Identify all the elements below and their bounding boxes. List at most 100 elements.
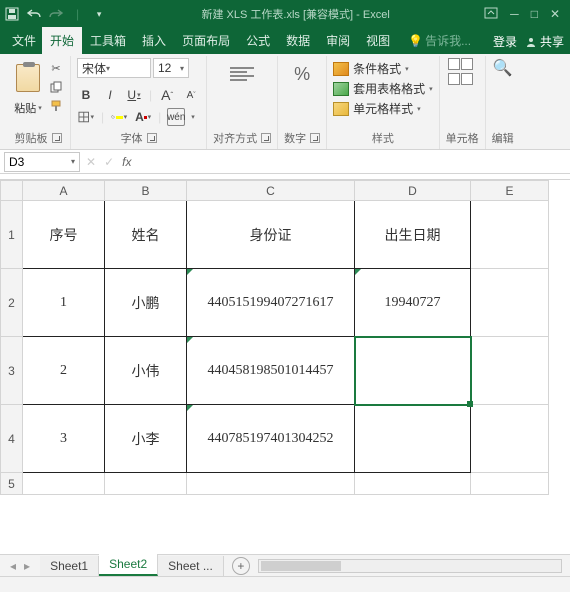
tab-page-layout[interactable]: 页面布局 bbox=[174, 27, 238, 54]
minimize-icon[interactable]: ─ bbox=[510, 7, 519, 21]
fx-icon[interactable]: fx bbox=[122, 155, 131, 169]
cells-label[interactable]: 单元格 bbox=[446, 130, 479, 146]
enter-formula-icon[interactable]: ✓ bbox=[104, 155, 114, 169]
row-header-4[interactable]: 4 bbox=[1, 405, 23, 473]
format-painter-icon[interactable] bbox=[48, 98, 64, 114]
cell-D3[interactable] bbox=[355, 337, 471, 405]
col-header-E[interactable]: E bbox=[471, 181, 549, 201]
tab-home[interactable]: 开始 bbox=[42, 27, 82, 54]
col-header-B[interactable]: B bbox=[105, 181, 187, 201]
cell-A1[interactable]: 序号 bbox=[23, 201, 105, 269]
grow-font-button[interactable]: Aˆ bbox=[158, 86, 176, 104]
cell-C3[interactable]: 440458198501014457 bbox=[187, 337, 355, 405]
number-launcher[interactable] bbox=[310, 133, 320, 143]
number-label[interactable]: 数字 bbox=[284, 130, 306, 146]
cell-B5[interactable] bbox=[105, 473, 187, 495]
cut-icon[interactable]: ✂ bbox=[48, 60, 64, 76]
formula-input[interactable] bbox=[135, 152, 570, 172]
bold-button[interactable]: B bbox=[77, 86, 95, 104]
cell-D5[interactable] bbox=[355, 473, 471, 495]
row-header-5[interactable]: 5 bbox=[1, 473, 23, 495]
cell-A5[interactable] bbox=[23, 473, 105, 495]
paste-button[interactable] bbox=[12, 58, 44, 98]
cell-C1[interactable]: 身份证 bbox=[187, 201, 355, 269]
tab-review[interactable]: 审阅 bbox=[318, 27, 358, 54]
col-header-C[interactable]: C bbox=[187, 181, 355, 201]
undo-icon[interactable] bbox=[26, 6, 42, 22]
cell-styles-button[interactable]: 单元格样式▾ bbox=[333, 100, 433, 117]
cell-A2[interactable]: 1 bbox=[23, 269, 105, 337]
row-header-2[interactable]: 2 bbox=[1, 269, 23, 337]
font-color-button[interactable]: A▾ bbox=[134, 108, 152, 126]
sheet-prev-icon[interactable]: ◂ bbox=[10, 559, 16, 573]
phonetic-button[interactable]: wén bbox=[167, 108, 185, 126]
find-icon[interactable]: 🔍 bbox=[493, 58, 513, 78]
add-sheet-button[interactable]: + bbox=[232, 557, 250, 575]
tab-insert[interactable]: 插入 bbox=[134, 27, 174, 54]
cell-E5[interactable] bbox=[471, 473, 549, 495]
cell-E2[interactable] bbox=[471, 269, 549, 337]
align-launcher[interactable] bbox=[261, 133, 271, 143]
shrink-font-button[interactable]: Aˇ bbox=[182, 86, 200, 104]
number-icon[interactable]: % bbox=[286, 58, 318, 90]
worksheet-grid[interactable]: A B C D E 1 序号 姓名 身份证 出生日期 2 1 小鹏 440515… bbox=[0, 180, 570, 495]
name-box[interactable]: D3▾ bbox=[4, 152, 80, 172]
sheet-tab-3[interactable]: Sheet ... bbox=[158, 556, 224, 576]
fill-color-button[interactable]: ▾ bbox=[110, 108, 128, 126]
select-all-corner[interactable] bbox=[1, 181, 23, 201]
cell-C4[interactable]: 440785197401304252 bbox=[187, 405, 355, 473]
save-icon[interactable] bbox=[4, 6, 20, 22]
cell-D2[interactable]: 19940727 bbox=[355, 269, 471, 337]
row-header-3[interactable]: 3 bbox=[1, 337, 23, 405]
cell-D4[interactable] bbox=[355, 405, 471, 473]
row-header-1[interactable]: 1 bbox=[1, 201, 23, 269]
table-format-button[interactable]: 套用表格格式▾ bbox=[333, 80, 433, 97]
font-size-combo[interactable]: 12▾ bbox=[153, 58, 189, 78]
sheet-tab-2[interactable]: Sheet2 bbox=[99, 554, 158, 576]
cell-E3[interactable] bbox=[471, 337, 549, 405]
tab-toolbox[interactable]: 工具箱 bbox=[82, 27, 134, 54]
cells-icon[interactable] bbox=[448, 58, 476, 86]
qat-customize-icon[interactable]: ▾ bbox=[91, 6, 107, 22]
alignment-icon[interactable] bbox=[226, 58, 258, 90]
cell-D1[interactable]: 出生日期 bbox=[355, 201, 471, 269]
font-launcher[interactable] bbox=[147, 133, 157, 143]
tab-data[interactable]: 数据 bbox=[278, 27, 318, 54]
cell-E1[interactable] bbox=[471, 201, 549, 269]
cell-B1[interactable]: 姓名 bbox=[105, 201, 187, 269]
cell-C2[interactable]: 440515199407271617 bbox=[187, 269, 355, 337]
maximize-icon[interactable]: □ bbox=[531, 7, 538, 21]
font-name-combo[interactable]: 宋体▾ bbox=[77, 58, 151, 78]
col-header-A[interactable]: A bbox=[23, 181, 105, 201]
ribbon-options-icon[interactable] bbox=[484, 7, 498, 21]
underline-button[interactable]: U▾ bbox=[125, 86, 143, 104]
horizontal-scrollbar[interactable] bbox=[258, 559, 562, 573]
close-icon[interactable]: ✕ bbox=[550, 7, 560, 21]
cell-B3[interactable]: 小伟 bbox=[105, 337, 187, 405]
sheet-tab-1[interactable]: Sheet1 bbox=[40, 556, 99, 576]
cell-C5[interactable] bbox=[187, 473, 355, 495]
border-button[interactable]: ▾ bbox=[77, 108, 95, 126]
align-label[interactable]: 对齐方式 bbox=[213, 130, 257, 146]
cell-B4[interactable]: 小李 bbox=[105, 405, 187, 473]
cell-A4[interactable]: 3 bbox=[23, 405, 105, 473]
tell-me[interactable]: 💡告诉我... bbox=[400, 27, 479, 54]
sheet-next-icon[interactable]: ▸ bbox=[24, 559, 30, 573]
group-font: 宋体▾ 12▾ B I U▾ | Aˆ Aˇ ▾ | ▾ A▾ | bbox=[71, 56, 207, 149]
tab-file[interactable]: 文件 bbox=[6, 27, 42, 54]
editing-label[interactable]: 编辑 bbox=[492, 130, 514, 146]
conditional-format-button[interactable]: 条件格式▾ bbox=[333, 60, 433, 77]
italic-button[interactable]: I bbox=[101, 86, 119, 104]
cancel-formula-icon[interactable]: ✕ bbox=[86, 155, 96, 169]
login-link[interactable]: 登录 bbox=[493, 33, 517, 50]
share-button[interactable]: 共享 bbox=[525, 33, 564, 50]
tab-formulas[interactable]: 公式 bbox=[238, 27, 278, 54]
cell-A3[interactable]: 2 bbox=[23, 337, 105, 405]
clipboard-launcher[interactable] bbox=[52, 133, 62, 143]
col-header-D[interactable]: D bbox=[355, 181, 471, 201]
copy-icon[interactable] bbox=[48, 79, 64, 95]
tab-view[interactable]: 视图 bbox=[358, 27, 398, 54]
redo-icon[interactable] bbox=[48, 6, 64, 22]
cell-B2[interactable]: 小鹏 bbox=[105, 269, 187, 337]
cell-E4[interactable] bbox=[471, 405, 549, 473]
